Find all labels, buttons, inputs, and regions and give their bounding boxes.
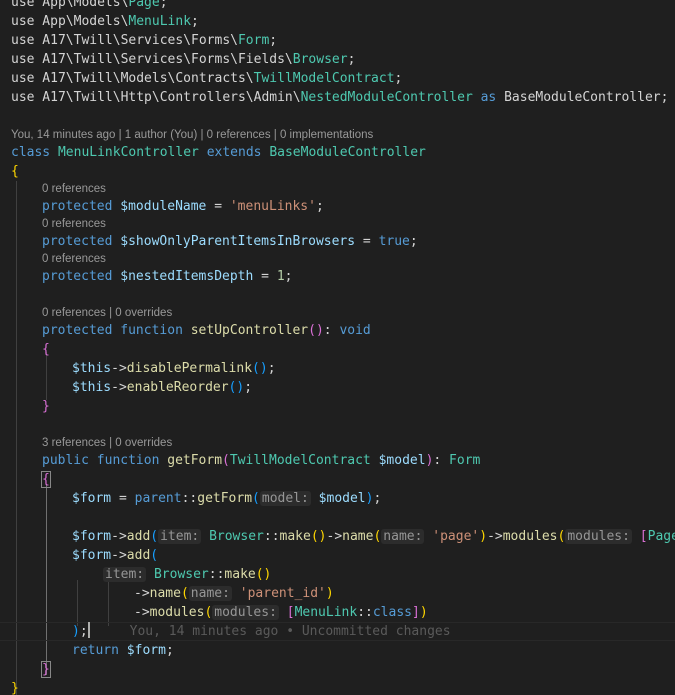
property-nested-depth: protected $nestedItemsDepth = 1; xyxy=(42,269,293,284)
code-line-use: use A17\Twill\Models\Contracts\TwillMode… xyxy=(11,71,403,86)
code-line-statement: $form->add(item: Browser::make()->name(n… xyxy=(72,529,675,544)
inlay-hint: name: xyxy=(381,529,425,544)
code-line-statement: $this->enableReorder(); xyxy=(72,380,253,395)
method-brace-open: { xyxy=(41,471,51,488)
code-line-statement: $form->add( xyxy=(72,548,159,563)
property-codelens[interactable]: 0 references xyxy=(42,182,106,197)
indent-guide xyxy=(16,181,17,695)
code-line-use: use A17\Twill\Services\Forms\Form; xyxy=(11,33,278,48)
code-line-statement: $this->disablePermalink(); xyxy=(72,361,276,376)
code-line-use: use App\Models\MenuLink; xyxy=(11,14,199,29)
text-cursor xyxy=(87,622,90,638)
class-brace-close: } xyxy=(11,681,19,695)
inlay-hint: name: xyxy=(188,586,232,601)
inlay-hint: modules: xyxy=(565,529,632,544)
property-codelens[interactable]: 0 references xyxy=(42,252,106,267)
method-codelens[interactable]: 0 references | 0 overrides xyxy=(42,306,172,321)
code-line-use: use A17\Twill\Services\Forms\Fields\Brow… xyxy=(11,52,356,67)
class-declaration: class MenuLinkController extends BaseMod… xyxy=(11,145,426,160)
inlay-hint: item: xyxy=(158,529,202,544)
code-line-use: use App\Models\Page; xyxy=(11,0,168,10)
indent-guide-active xyxy=(46,484,47,675)
indent-guide xyxy=(77,580,78,626)
inlay-hint: modules: xyxy=(212,605,279,620)
class-codelens[interactable]: You, 14 minutes ago | 1 author (You) | 0… xyxy=(11,128,373,143)
indent-guide xyxy=(108,580,109,626)
method-brace-close: } xyxy=(41,661,51,678)
method-setup-declaration: protected function setUpController(): vo… xyxy=(42,323,371,338)
code-line-statement: ->name(name: 'parent_id') xyxy=(134,586,334,601)
code-editor[interactable]: use App\Models\Page; use App\Models\Menu… xyxy=(0,0,675,695)
code-line-current: ); You, 14 minutes ago • Uncommitted chan… xyxy=(72,622,451,639)
code-line-statement: return $form; xyxy=(72,643,174,658)
method-brace-close: } xyxy=(42,399,50,414)
method-brace-open: { xyxy=(42,342,50,357)
property-codelens[interactable]: 0 references xyxy=(42,217,106,232)
method-codelens[interactable]: 3 references | 0 overrides xyxy=(42,436,172,451)
inlay-hint: model: xyxy=(259,491,311,506)
method-getform-declaration: public function getForm(TwillModelContra… xyxy=(42,453,481,468)
code-line-use: use A17\Twill\Http\Controllers\Admin\Nes… xyxy=(11,90,669,105)
inlay-hint: item: xyxy=(103,567,147,582)
inline-blame: You, 14 minutes ago • Uncommitted change… xyxy=(129,624,451,639)
code-line-statement: item: Browser::make() xyxy=(103,567,272,582)
property-module-name: protected $moduleName = 'menuLinks'; xyxy=(42,199,324,214)
code-line-statement: $form = parent::getForm(model: $model); xyxy=(72,491,382,506)
indent-guide xyxy=(46,352,47,400)
property-show-only-parent: protected $showOnlyParentItemsInBrowsers… xyxy=(42,234,418,249)
code-line-statement: ->modules(modules: [MenuLink::class]) xyxy=(134,605,428,620)
class-brace-open: { xyxy=(11,164,19,179)
